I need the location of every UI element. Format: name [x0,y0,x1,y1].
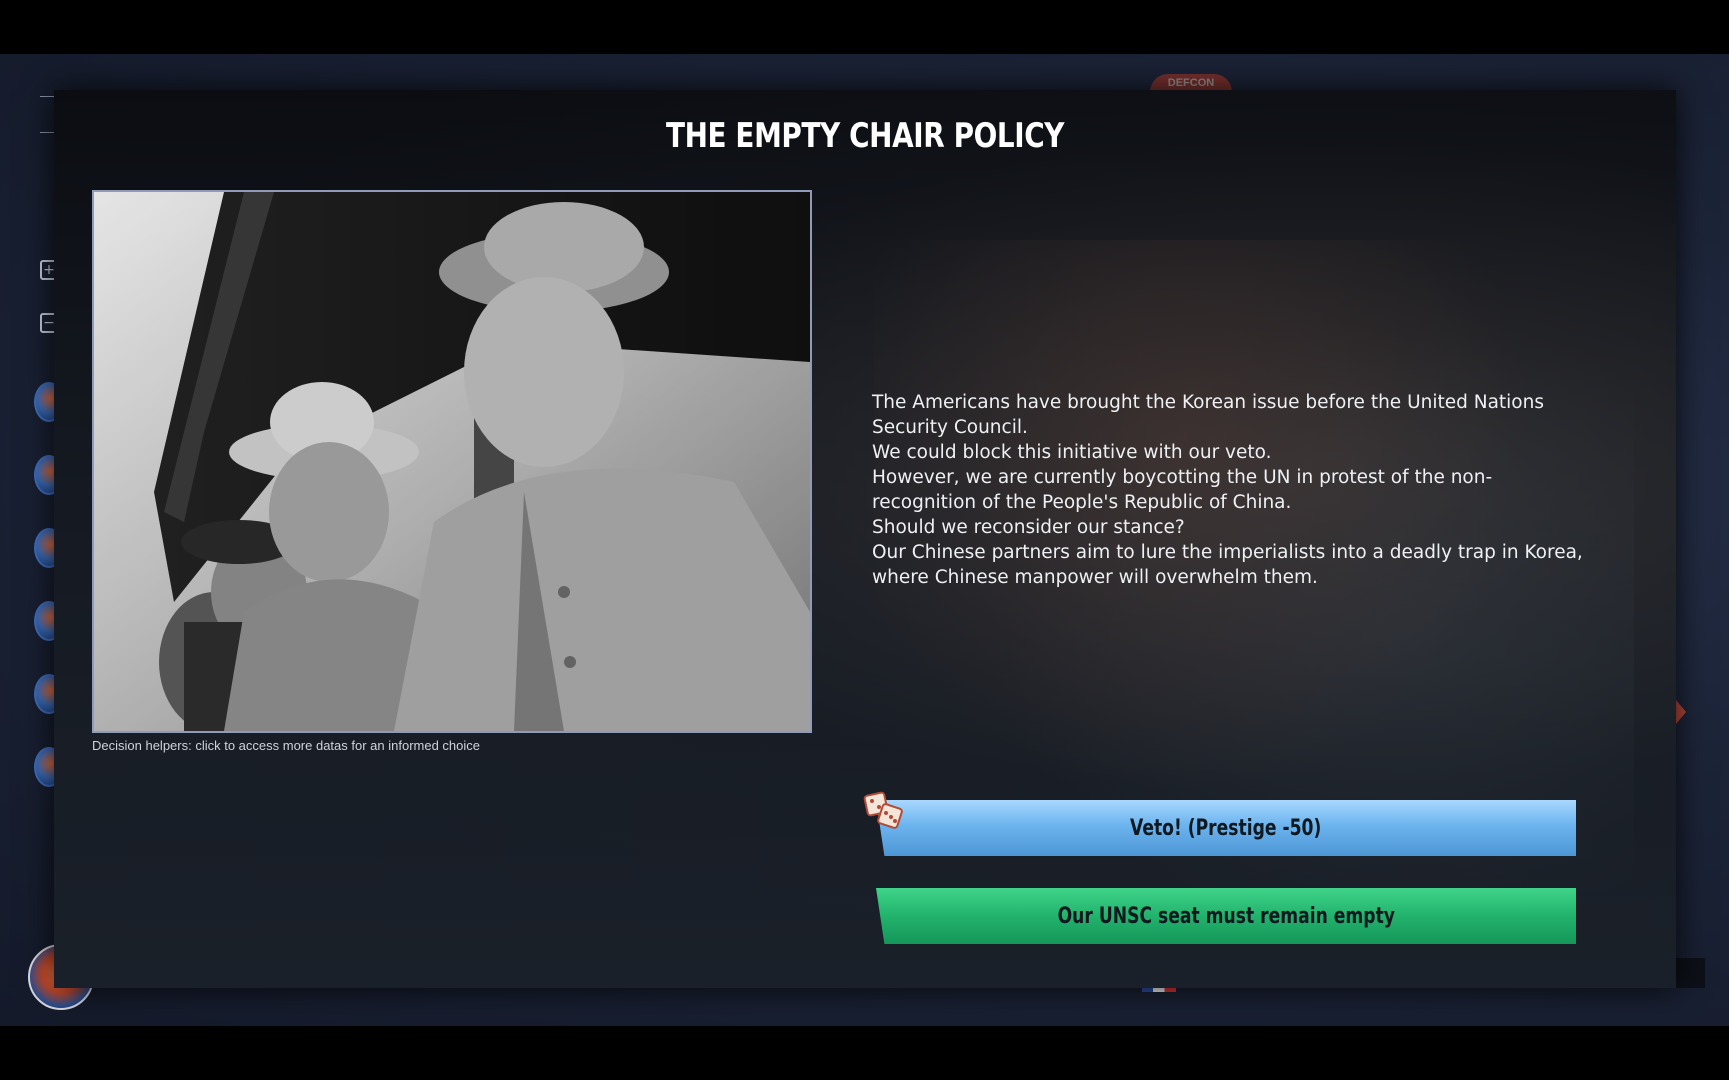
event-title: THE EMPTY CHAIR POLICY [665,116,1065,156]
event-description: The Americans have brought the Korean is… [872,390,1592,590]
veto-choice-button[interactable]: Veto! (Prestige -50) [876,800,1576,856]
game-screen: DEFCON + − THE EMPTY CHAIR POLICY Decisi… [0,0,1729,1080]
event-dialog: THE EMPTY CHAIR POLICY Decision helpers:… [54,90,1676,988]
expand-panel-arrow-icon[interactable] [1676,700,1686,724]
dice-icon [862,790,906,832]
historical-photo-image [94,192,810,731]
empty-seat-choice-label: Our UNSC seat must remain empty [1057,903,1395,929]
event-photo[interactable] [92,190,812,733]
hud-divider [40,132,54,133]
hud-divider [40,96,54,97]
event-paragraph: However, we are currently boycotting the… [872,467,1493,513]
event-paragraph: The Americans have brought the Korean is… [872,392,1544,438]
veto-choice-label: Veto! (Prestige -50) [1130,815,1322,841]
empty-seat-choice-button[interactable]: Our UNSC seat must remain empty [876,888,1576,944]
event-paragraph: Our Chinese partners aim to lure the imp… [872,542,1583,588]
event-paragraph: We could block this initiative with our … [872,442,1272,463]
decision-helper-caption[interactable]: Decision helpers: click to access more d… [92,738,480,753]
event-paragraph: Should we reconsider our stance? [872,517,1185,538]
